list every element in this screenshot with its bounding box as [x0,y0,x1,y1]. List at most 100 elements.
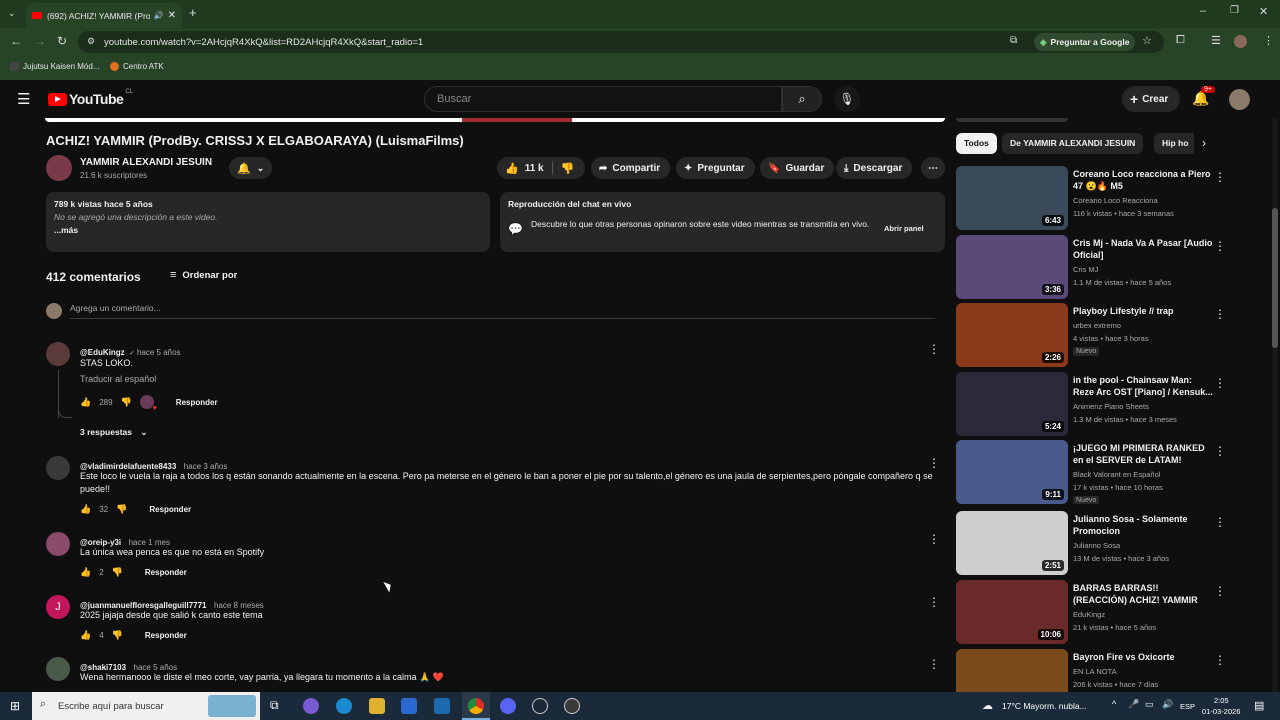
profile-avatar[interactable] [1234,35,1247,48]
language-indicator[interactable]: ESP [1180,702,1195,711]
reload-icon[interactable]: ↻ [57,34,67,48]
like-button[interactable]: 👍 [80,397,91,408]
bookmark-star-icon[interactable]: ☆ [1142,34,1152,47]
dislike-button[interactable]: 👎 [121,397,132,408]
video-title[interactable]: Playboy Lifestyle // trap [1073,305,1213,317]
video-title[interactable]: in the pool - Chainsaw Man: Reze Arc OST… [1073,374,1213,398]
subscription-bell-button[interactable]: 🔔 ⌄ [229,157,273,179]
browser-tab[interactable]: (692) ACHIZ! YAMMIR (Prod 🔊 ✕ [26,3,182,28]
comment-avatar[interactable] [46,342,70,366]
voice-search-button[interactable]: 🎙 [834,86,860,112]
windows-start-icon[interactable]: ⊞ [10,699,20,713]
bookmark-item-jujutsu[interactable]: Jujutsu Kaisen Mód... [10,62,99,71]
dislike-button[interactable]: 👎 [112,630,123,641]
show-more-link[interactable]: ...más [54,225,482,235]
comment-menu-icon[interactable]: ⋮ [928,595,940,609]
chip-all[interactable]: Todos [956,133,997,154]
reply-button[interactable]: Responder [176,398,218,407]
dislike-button[interactable]: 👎 [561,162,575,175]
tab-close-icon[interactable]: ✕ [168,10,176,21]
back-icon[interactable]: ← [10,34,22,48]
open-panel-button[interactable]: Abrir panel [884,224,924,233]
more-actions-button[interactable]: ⋯ [921,157,945,179]
search-input[interactable]: Buscar [424,86,782,112]
related-video-card[interactable]: 6:43 Coreano Loco reacciona a Piero 47 😮🔥… [956,166,1236,230]
volume-icon[interactable]: 🔊 [1162,699,1173,710]
mail-icon[interactable] [434,698,450,714]
notification-center-icon[interactable]: ▤ [1254,699,1264,712]
maximize-icon[interactable]: ❐ [1230,5,1239,16]
video-channel[interactable]: Cris MJ [1073,265,1098,274]
video-title[interactable]: Cris Mj - Nada Va A Pasar [Audio Oficial… [1073,237,1213,261]
related-video-card[interactable]: Bayron Fire vs Oxicorte EN LA NOTA 206 k v… [956,649,1236,692]
dislike-button[interactable]: 👎 [116,504,127,515]
comment-menu-icon[interactable]: ⋮ [928,456,940,470]
comment-author[interactable]: @EduKingz [80,348,125,357]
extensions-icon[interactable]: ⧠ [1176,34,1185,47]
related-video-card[interactable]: 9:11 ¡JUEGO MI PRIMERA RANKED en el SERVE… [956,440,1236,504]
clock-time[interactable]: 2:05 [1214,696,1229,705]
video-channel[interactable]: Animenz Piano Sheets [1073,402,1149,411]
video-thumbnail[interactable]: 3:36 [956,235,1068,299]
store-icon[interactable] [401,698,417,714]
tray-chevron-icon[interactable]: ^ [1112,699,1116,709]
comment-menu-icon[interactable]: ⋮ [928,342,940,356]
video-thumbnail[interactable]: 5:24 [956,372,1068,436]
related-video-card[interactable]: 3:36 Cris Mj - Nada Va A Pasar [Audio Ofi… [956,235,1236,299]
video-channel[interactable]: EduKingz [1073,610,1105,619]
chevron-right-icon[interactable]: › [1202,136,1206,150]
video-channel[interactable]: urbex extremo [1073,321,1121,330]
install-icon[interactable]: ⧉ [1010,35,1017,46]
video-title[interactable]: BARRAS BARRAS!! (REACCIÓN) ACHIZ! YAMMIR [1073,582,1213,606]
video-thumbnail[interactable]: 6:43 [956,166,1068,230]
view-replies-button[interactable]: 3 respuestas ⌄ [80,427,147,438]
browser-menu-icon[interactable]: ⋮ [1263,34,1274,47]
sort-button[interactable]: ≡ Ordenar por [170,269,237,281]
forward-icon[interactable]: → [34,34,46,48]
copilot-icon[interactable] [303,698,319,714]
create-button[interactable]: + Crear [1122,86,1181,112]
like-button[interactable]: 👍 11 k [497,162,544,175]
comment-menu-icon[interactable]: ⋮ [928,657,940,671]
video-title[interactable]: Julianno Sosa - Solamente Promocion [1073,513,1213,537]
download-button[interactable]: ⤓ Descargar [836,157,913,179]
video-thumbnail[interactable] [956,649,1068,692]
save-button[interactable]: 🔖 Guardar [760,157,835,179]
steam-icon[interactable] [532,698,548,714]
related-video-card[interactable]: 2:26 Playboy Lifestyle // trap urbex extre… [956,303,1236,367]
scrollbar[interactable] [1272,118,1278,692]
translate-link[interactable]: Traducir al español [80,374,156,384]
task-view-icon[interactable]: ⧉ [270,698,279,713]
video-channel[interactable]: Black Valorant en Español [1073,470,1160,479]
share-button[interactable]: ➦ Compartir [591,157,671,179]
reply-button[interactable]: Responder [149,505,191,514]
mic-tray-icon[interactable]: 🎤 [1128,699,1139,710]
network-icon[interactable]: ▭ [1145,699,1154,710]
chrome-active-tab[interactable] [462,692,490,720]
video-thumbnail[interactable]: 2:51 [956,511,1068,575]
description-box[interactable]: 789 k vistas hace 5 años No se agregó un… [46,192,490,252]
ask-google-button[interactable]: ◈ Preguntar a Google [1034,33,1136,51]
chip-hiphop[interactable]: Hip ho [1154,133,1194,154]
window-close-icon[interactable]: ✕ [1259,5,1268,18]
app-icon[interactable] [564,698,580,714]
video-menu-icon[interactable]: ⋮ [1214,653,1226,667]
account-avatar[interactable] [1229,89,1250,110]
video-thumbnail[interactable]: 2:26 [956,303,1068,367]
add-comment-input[interactable]: Agrega un comentario... [70,303,935,319]
taskbar-search-input[interactable]: ⌕ Escribe aquí para buscar [32,692,260,720]
media-control-icon[interactable]: ☰ [1211,34,1221,47]
tab-list-icon[interactable]: ⌄ [8,8,16,19]
reply-button[interactable]: Responder [145,568,187,577]
video-menu-icon[interactable]: ⋮ [1214,515,1226,529]
comment-avatar[interactable] [46,456,70,480]
file-explorer-icon[interactable] [369,698,385,714]
comment-menu-icon[interactable]: ⋮ [928,532,940,546]
search-button[interactable]: ⌕ [782,86,822,112]
reply-button[interactable]: Responder [145,631,187,640]
comment-time[interactable]: hace 5 años [137,348,181,357]
video-menu-icon[interactable]: ⋮ [1214,376,1226,390]
video-menu-icon[interactable]: ⋮ [1214,307,1226,321]
discord-icon[interactable] [500,698,516,714]
weather-icon[interactable]: ☁ [982,699,993,712]
